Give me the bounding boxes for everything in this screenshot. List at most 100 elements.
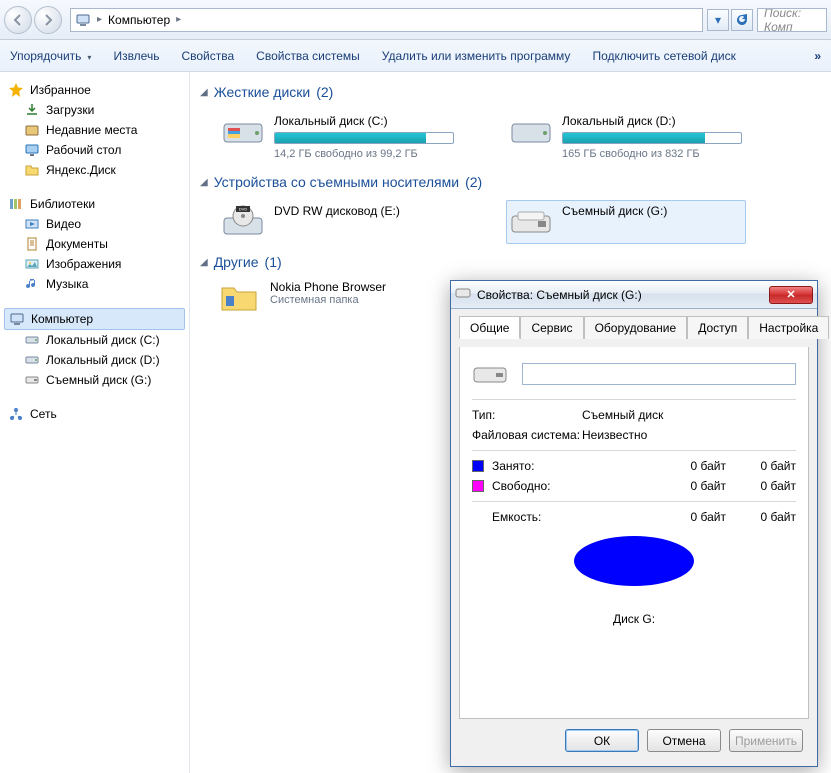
sidebar-item-label: Музыка (46, 277, 88, 291)
general-pane: Тип:Съемный диск Файловая система:Неизве… (459, 347, 809, 719)
hdd-icon (222, 114, 264, 150)
organize-button[interactable]: Упорядочить (10, 49, 91, 63)
tab-tools[interactable]: Сервис (520, 316, 583, 339)
ok-button[interactable]: ОК (565, 729, 639, 752)
address-bar[interactable]: ▸ Компьютер ▸ (70, 8, 703, 32)
drive-removable-g[interactable]: Съемный диск (G:) (506, 200, 746, 244)
sidebar-favorites-label: Избранное (30, 83, 91, 97)
close-button[interactable]: ✕ (769, 286, 813, 304)
programs-button[interactable]: Удалить или изменить программу (382, 49, 571, 63)
toolbar: Упорядочить Извлечь Свойства Свойства си… (0, 40, 831, 72)
sidebar-favorites[interactable]: Избранное (4, 80, 185, 100)
sidebar-network-label: Сеть (30, 407, 57, 421)
cancel-button[interactable]: Отмена (647, 729, 721, 752)
images-icon (24, 256, 40, 272)
free-bytes: 0 байт (656, 479, 726, 493)
apply-button[interactable]: Применить (729, 729, 803, 752)
sidebar-item-documents[interactable]: Документы (4, 234, 185, 254)
sidebar-item-video[interactable]: Видео (4, 214, 185, 234)
sidebar-libraries[interactable]: Библиотеки (4, 194, 185, 214)
system-properties-button[interactable]: Свойства системы (256, 49, 360, 63)
chevron-right-icon: ▸ (176, 14, 181, 25)
dialog-titlebar[interactable]: Свойства: Съемный диск (G:) ✕ (451, 281, 817, 309)
forward-button[interactable] (34, 6, 62, 34)
system-folder-icon (218, 280, 260, 316)
sidebar-item-images[interactable]: Изображения (4, 254, 185, 274)
drive-dvd-e[interactable]: DVD DVD RW дисковод (E:) (218, 200, 458, 244)
sidebar-item-music[interactable]: Музыка (4, 274, 185, 294)
toolbar-overflow-button[interactable]: » (814, 49, 821, 63)
drive-d[interactable]: Локальный диск (D:) 165 ГБ свободно из 8… (506, 110, 746, 164)
used-human: 0 байт (726, 459, 796, 473)
refresh-button[interactable] (731, 9, 753, 31)
download-icon (24, 102, 40, 118)
sidebar-item-label: Съемный диск (G:) (46, 373, 151, 387)
sidebar-computer[interactable]: Компьютер (4, 308, 185, 330)
sidebar-item-label: Изображения (46, 257, 121, 271)
sidebar-item-drive-g[interactable]: Съемный диск (G:) (4, 370, 185, 390)
used-swatch (472, 460, 484, 472)
drive-icon (455, 286, 471, 303)
removable-icon (24, 372, 40, 388)
section-count: (1) (265, 254, 282, 270)
computer-icon (9, 311, 25, 327)
section-hard-drives[interactable]: ◢ Жесткие диски (2) (200, 84, 821, 100)
network-icon (8, 406, 24, 422)
capacity-bar (274, 132, 454, 144)
sidebar-libraries-label: Библиотеки (30, 197, 95, 211)
collapse-icon: ◢ (200, 177, 208, 188)
folder-icon (24, 162, 40, 178)
section-count: (2) (316, 84, 333, 100)
sidebar-item-downloads[interactable]: Загрузки (4, 100, 185, 120)
hdd-icon (24, 332, 40, 348)
sidebar-computer-label: Компьютер (31, 312, 93, 326)
section-title: Устройства со съемными носителями (214, 174, 459, 190)
drive-subtitle: 14,2 ГБ свободно из 99,2 ГБ (274, 148, 454, 160)
removable-icon (510, 204, 552, 240)
chevron-right-icon: ▸ (97, 14, 102, 25)
tab-customize[interactable]: Настройка (748, 316, 829, 339)
properties-button[interactable]: Свойства (181, 49, 234, 63)
free-swatch (472, 480, 484, 492)
sidebar-item-recent[interactable]: Недавние места (4, 120, 185, 140)
used-bytes: 0 байт (656, 459, 726, 473)
tab-sharing[interactable]: Доступ (687, 316, 748, 339)
breadcrumb-computer[interactable]: Компьютер (108, 13, 170, 27)
sidebar-item-drive-d[interactable]: Локальный диск (D:) (4, 350, 185, 370)
sidebar-item-drive-c[interactable]: Локальный диск (C:) (4, 330, 185, 350)
section-count: (2) (465, 174, 482, 190)
back-button[interactable] (4, 6, 32, 34)
capacity-label: Емкость: (492, 510, 572, 524)
sidebar-network[interactable]: Сеть (4, 404, 185, 424)
section-removable[interactable]: ◢ Устройства со съемными носителями (2) (200, 174, 821, 190)
star-icon (8, 82, 24, 98)
type-value: Съемный диск (582, 408, 796, 422)
dropdown-history-button[interactable]: ▾ (707, 9, 729, 31)
drive-title: Локальный диск (C:) (274, 114, 454, 128)
eject-button[interactable]: Извлечь (113, 49, 159, 63)
capacity-bar (562, 132, 742, 144)
filesystem-value: Неизвестно (582, 428, 796, 442)
sidebar-item-label: Локальный диск (D:) (46, 353, 160, 367)
search-input[interactable]: Поиск: Комп (757, 8, 827, 32)
map-network-drive-button[interactable]: Подключить сетевой диск (592, 49, 735, 63)
music-icon (24, 276, 40, 292)
recent-icon (24, 122, 40, 138)
drive-subtitle: 165 ГБ свободно из 832 ГБ (562, 148, 742, 160)
section-other[interactable]: ◢ Другие (1) (200, 254, 821, 270)
drive-title: Съемный диск (G:) (562, 204, 742, 218)
video-icon (24, 216, 40, 232)
nav-bar: ▸ Компьютер ▸ ▾ Поиск: Комп (0, 0, 831, 40)
sidebar-item-yandex[interactable]: Яндекс.Диск (4, 160, 185, 180)
collapse-icon: ◢ (200, 257, 208, 268)
drive-c[interactable]: Локальный диск (C:) 14,2 ГБ свободно из … (218, 110, 458, 164)
documents-icon (24, 236, 40, 252)
drive-title: Локальный диск (D:) (562, 114, 742, 128)
volume-label-input[interactable] (522, 363, 796, 385)
dialog-title: Свойства: Съемный диск (G:) (477, 288, 763, 302)
tab-general[interactable]: Общие (459, 316, 520, 339)
tab-hardware[interactable]: Оборудование (584, 316, 688, 339)
properties-dialog: Свойства: Съемный диск (G:) ✕ Общие Серв… (450, 280, 818, 767)
sidebar-item-label: Рабочий стол (46, 143, 121, 157)
sidebar-item-desktop[interactable]: Рабочий стол (4, 140, 185, 160)
